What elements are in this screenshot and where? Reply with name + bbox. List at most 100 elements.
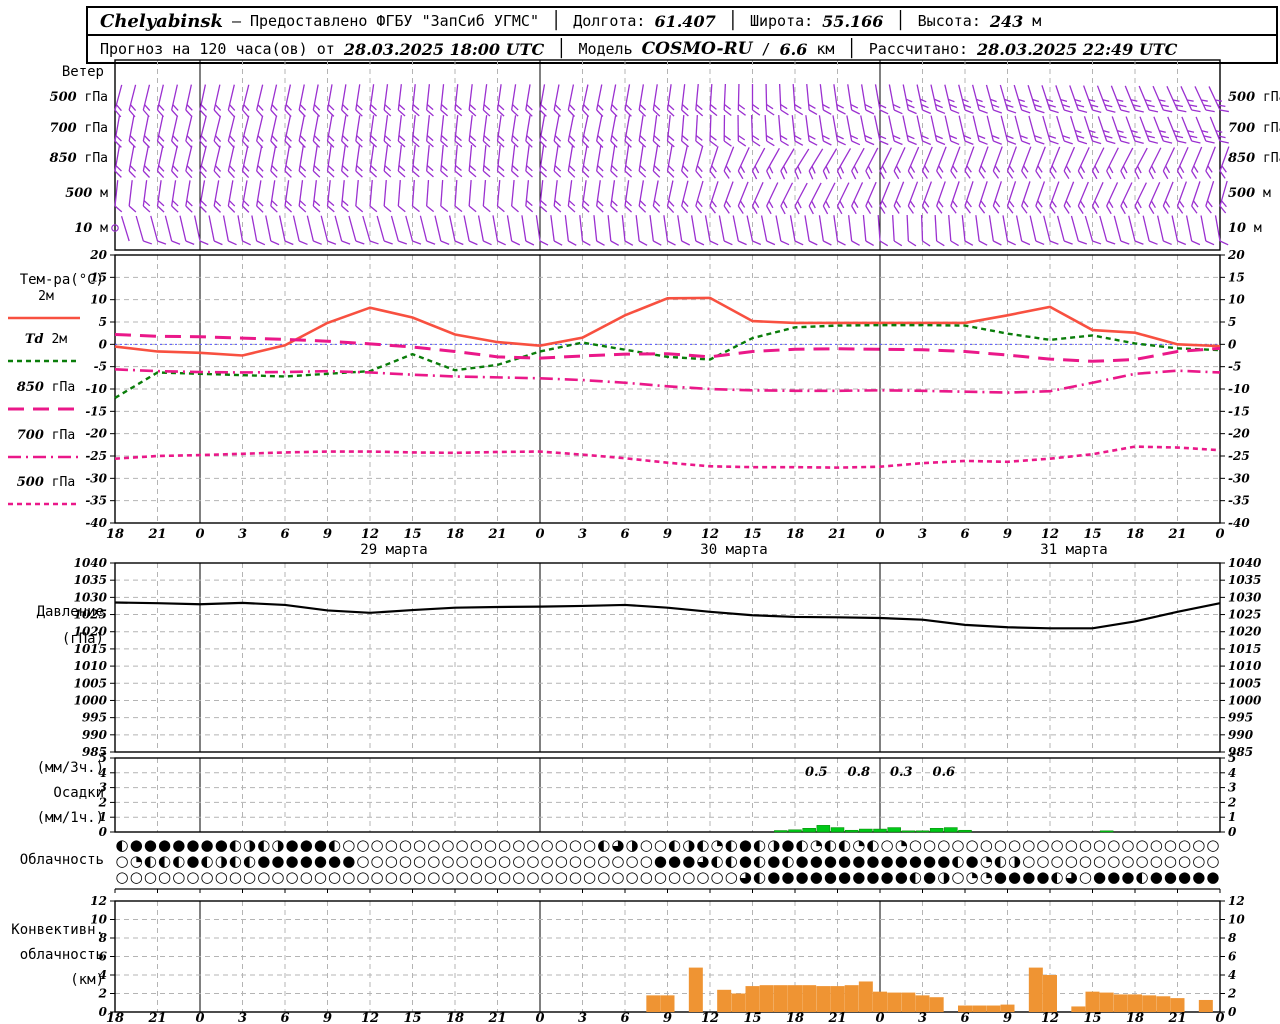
tick-label: ○ [484,868,497,886]
tick-label: 995 [82,711,107,725]
tick-label: 6 [620,1011,629,1024]
tick-label: ● [824,868,837,886]
tick-label: 15 [403,527,421,542]
tick-label: 3 [99,781,107,795]
tick-label: 1040 [74,556,108,570]
tick-label: 0 [1228,825,1237,839]
tick-label: 12 [1041,527,1059,542]
tick-label: 995 [1228,711,1253,725]
tick-label: 15 [743,527,761,542]
tick-label: ○ [456,868,469,886]
tick-label: -25 [85,449,107,463]
tick-label: ○ [725,868,738,886]
tick-label: 0 [1228,1005,1237,1019]
tick-label: ● [1036,868,1049,886]
precip-bar [1099,830,1114,833]
tick-label: ○ [640,868,653,886]
tick-label: ○ [300,868,313,886]
tick-label: ○ [201,868,214,886]
tick-label: 15 [1083,527,1101,542]
tick-label: 12 [361,1011,379,1024]
meteogram-page: Chelyabinsk — Предоставлено ФГБУ "ЗапСиб У… [0,0,1280,1024]
tick-label: 18 [446,1011,464,1024]
tick-label: ○ [257,868,270,886]
tick-label: ◕ [739,868,752,886]
tick-label: 8 [99,931,108,945]
tick-label: 10 м [1228,221,1262,236]
tick-label: 6 [1228,950,1237,964]
tick-label: ○ [243,868,256,886]
tick-label: 5 [1228,751,1236,765]
legend-item: 2м [8,289,80,320]
tick-label: 1040 [1228,556,1262,570]
precip-bar [788,829,802,833]
convective-bar [887,992,902,1012]
tick-label: ○ [328,868,341,886]
cloud-row-lower: ○ ○ ○ ○ ○ ○ ○ ○ ○ ○ ○ ○ ○ ○ ○ ○ ○ ○ ○ ○ ○ ○ ○ ○ ○ ○ ○ ○ ○ ○ ○ ○ ○ ○ ○ ○ ○ ○ ○ ○… [116,868,1220,886]
tick-label: ○ [215,868,228,886]
precip-bar [958,829,972,833]
tick-label: 10 [1228,293,1245,307]
tick-label: 1025 [74,608,107,622]
convective-bar [1170,998,1185,1012]
legend-item: 500 гПа [8,475,80,506]
precip-bar [859,828,873,833]
legend-item: 700 гПа [8,428,80,459]
tick-label: 9 [323,527,332,542]
tick-label: ○ [371,868,384,886]
convective-bar [1000,1004,1015,1012]
tick-label: ○ [356,868,369,886]
tick-label: 12 [701,527,719,542]
convective-bar [1085,991,1100,1012]
tick-label: 6 [960,1011,969,1024]
tick-label: -15 [1228,404,1250,418]
cloudiness-rows: ◐ ● ● ● ● ● ● ● ◐ ◑ ◐ ◑ ● ● ● ◐ ○ ○ ○ ○ ○ ○ ○ ○ ○ ○ ○ ○ ○ ○ ○ ○ ○ ○ ◐ ◕ ◑ ○ ○ ◐… [114,836,1221,893]
tick-label: ● [1178,868,1191,886]
tick-label: ● [852,868,865,886]
precip-bar [802,828,816,833]
temperature-series: 2м Td 2м 850 гПа 700 гПа 500 гПа [8,289,1221,506]
tick-label: 6 [99,950,108,964]
tick-label: ● [810,868,823,886]
tick-label: 1020 [74,625,108,639]
convective-bar [972,1005,987,1012]
precip-bar [774,830,788,833]
tick-label: 12 [1228,894,1245,908]
tick-label: 21 [147,1011,166,1024]
tick-label: ○ [526,868,539,886]
wind-level-row: 700 гПа 700 гПа [50,114,1280,149]
tick-label: 700 гПа [17,428,75,443]
precip-bar [901,830,916,833]
tick-label: ● [796,868,809,886]
tick-label: 990 [1228,728,1254,742]
legend-item: Td 2м [8,332,80,363]
precip-bar [929,828,944,833]
precip-bar [873,828,887,833]
tick-label: 18 [446,527,464,542]
wind-level-row: 850 гПа 850 гПа [50,145,1280,180]
tick-label: 31 марта [1040,542,1107,558]
tick-label: 1010 [74,659,108,673]
precip-bar [944,827,958,833]
tick-label: 0 [875,1011,884,1024]
tick-label: ● [1121,868,1134,886]
tick-label: 500 гПа [17,475,75,490]
tick-label: 18 [1126,527,1144,542]
tick-label: 0.8 [847,765,870,780]
tick-label: -5 [94,360,107,374]
tick-label: ○ [682,868,695,886]
tick-label: ● [1022,868,1035,886]
tick-label: -10 [85,382,107,396]
tick-label: ○ [512,868,525,886]
tick-label: -30 [1228,471,1250,485]
tick-label: ○ [342,868,355,886]
convective-bar [759,985,774,1012]
tick-label: ○ [427,868,440,886]
tick-label: 15 [90,270,107,284]
tick-label: ○ [116,868,129,886]
tick-label: 2 [98,795,107,809]
tick-label: ○ [229,868,242,886]
convective-bar [745,986,760,1012]
tick-label: 21 [487,1011,506,1024]
convective-bar [688,967,703,1012]
